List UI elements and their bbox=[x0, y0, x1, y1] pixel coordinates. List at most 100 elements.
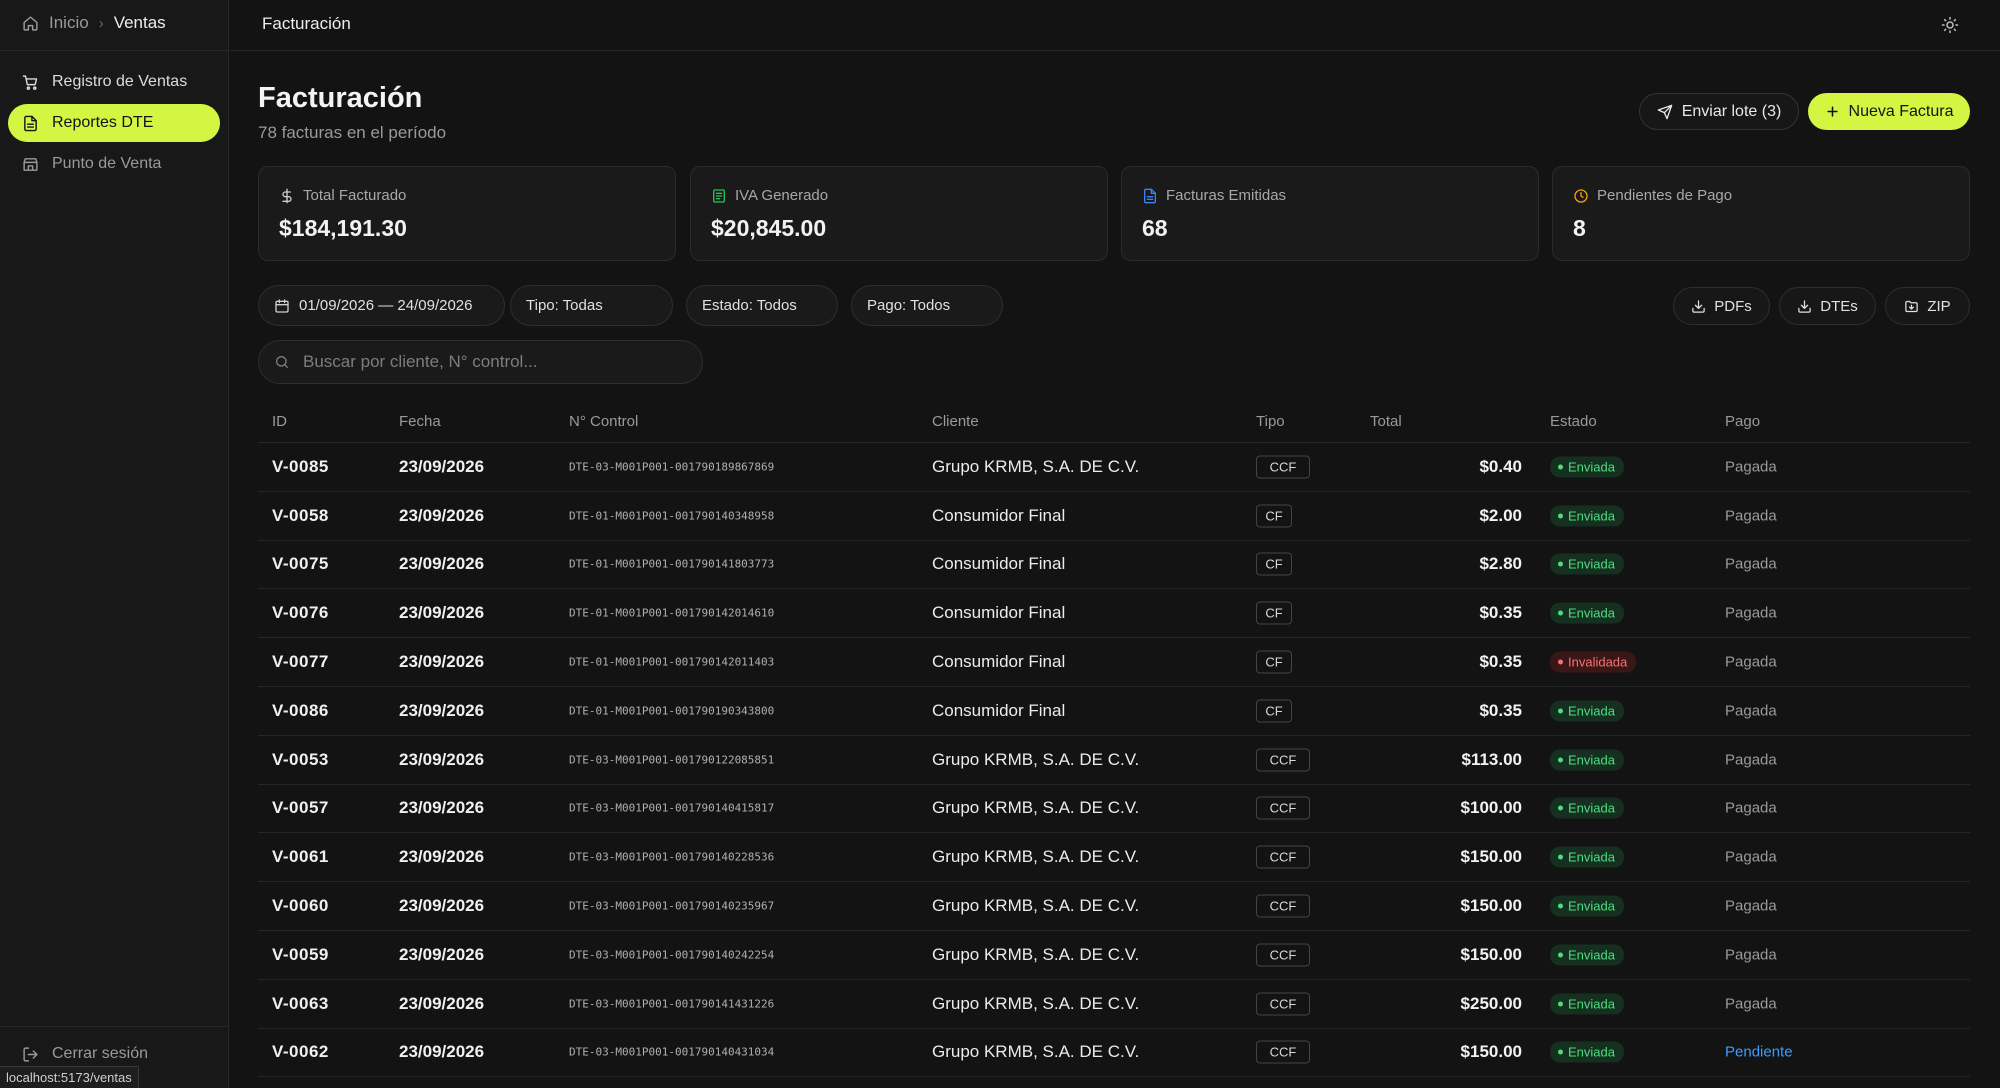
status-dot-icon bbox=[1558, 757, 1563, 763]
column-header-total[interactable]: Total bbox=[1370, 413, 1402, 430]
status-dot-icon bbox=[1558, 561, 1563, 567]
new-invoice-label: Nueva Factura bbox=[1848, 102, 1954, 120]
cell-id: V-0053 bbox=[272, 749, 329, 769]
status-dot-icon bbox=[1558, 513, 1563, 519]
invoices-table: ID Fecha N° Control Cliente Tipo Total E… bbox=[258, 403, 1970, 1078]
type-badge: CCF bbox=[1256, 1040, 1310, 1064]
table-row[interactable]: V-0060 23/09/2026 DTE-03-M001P001-00179014… bbox=[258, 882, 1970, 931]
logout-label: Cerrar sesión bbox=[52, 1045, 149, 1062]
column-header-estado[interactable]: Estado bbox=[1550, 413, 1597, 430]
cell-cliente: Grupo KRMB, S.A. DE C.V. bbox=[932, 896, 1140, 916]
cell-pago: Pagada bbox=[1725, 604, 1777, 622]
new-invoice-button[interactable]: Nueva Factura bbox=[1808, 93, 1970, 130]
table-row[interactable]: V-0063 23/09/2026 DTE-03-M001P001-00179014… bbox=[258, 980, 1970, 1029]
column-header-control[interactable]: N° Control bbox=[569, 413, 638, 430]
sidebar: Inicio › Ventas Registro de Ventas Repor… bbox=[0, 0, 229, 1088]
cell-pago: Pagada bbox=[1725, 507, 1777, 525]
sidebar-divider bbox=[0, 50, 229, 51]
download-dtes-label: DTEs bbox=[1820, 297, 1858, 315]
page-title: Facturación bbox=[258, 82, 423, 114]
table-row[interactable]: V-0077 23/09/2026 DTE-01-M001P001-00179014… bbox=[258, 638, 1970, 687]
status-dot-icon bbox=[1558, 805, 1563, 811]
sidebar-item-reportes-dte[interactable]: Reportes DTE bbox=[8, 104, 220, 142]
pago-filter-select[interactable]: Pago: Todos bbox=[851, 285, 1003, 326]
status-label: Enviada bbox=[1568, 947, 1615, 963]
send-batch-button[interactable]: Enviar lote (3) bbox=[1639, 93, 1799, 130]
table-row[interactable]: V-0059 23/09/2026 DTE-03-M001P001-00179014… bbox=[258, 931, 1970, 980]
table-row[interactable]: V-0075 23/09/2026 DTE-01-M001P001-00179014… bbox=[258, 541, 1970, 590]
breadcrumb-home[interactable]: Inicio bbox=[22, 13, 89, 33]
cell-cliente: Grupo KRMB, S.A. DE C.V. bbox=[932, 1042, 1140, 1062]
table-row[interactable]: V-0053 23/09/2026 DTE-03-M001P001-00179012… bbox=[258, 736, 1970, 785]
cell-pago: Pagada bbox=[1725, 799, 1777, 817]
type-badge: CF bbox=[1256, 699, 1292, 723]
send-icon bbox=[1657, 104, 1673, 119]
sidebar-item-punto-venta[interactable]: Punto de Venta bbox=[8, 145, 220, 183]
cell-total: $2.00 bbox=[1479, 505, 1522, 525]
table-row[interactable]: V-0086 23/09/2026 DTE-01-M001P001-00179019… bbox=[258, 687, 1970, 736]
status-dot-icon bbox=[1558, 708, 1563, 714]
cell-pago: Pagada bbox=[1725, 946, 1777, 964]
column-header-fecha[interactable]: Fecha bbox=[399, 413, 441, 430]
receipt-icon bbox=[713, 188, 725, 203]
cell-control: DTE-03-M001P001-001790189867869 bbox=[569, 460, 775, 474]
cell-total: $150.00 bbox=[1460, 896, 1522, 916]
cell-id: V-0075 bbox=[272, 554, 329, 574]
type-badge: CCF bbox=[1256, 455, 1310, 479]
stat-card-iva-generado: IVA Generado $20,845.00 bbox=[690, 166, 1108, 261]
cell-id: V-0057 bbox=[272, 798, 329, 818]
cell-fecha: 23/09/2026 bbox=[399, 456, 485, 476]
theme-toggle-button[interactable] bbox=[1938, 13, 1962, 37]
table-header: ID Fecha N° Control Cliente Tipo Total E… bbox=[258, 403, 1970, 443]
cell-total: $113.00 bbox=[1461, 749, 1522, 769]
stat-value: 8 bbox=[1573, 215, 1586, 241]
type-badge: CCF bbox=[1256, 796, 1310, 820]
status-label: Enviada bbox=[1568, 849, 1615, 865]
column-header-tipo[interactable]: Tipo bbox=[1256, 413, 1285, 430]
cell-id: V-0061 bbox=[272, 847, 329, 867]
column-header-cliente[interactable]: Cliente bbox=[932, 413, 979, 430]
download-zip-label: ZIP bbox=[1927, 297, 1951, 315]
type-badge: CCF bbox=[1256, 894, 1310, 918]
cell-id: V-0063 bbox=[272, 993, 329, 1013]
column-header-pago[interactable]: Pago bbox=[1725, 413, 1760, 430]
table-row[interactable]: V-0061 23/09/2026 DTE-03-M001P001-00179014… bbox=[258, 833, 1970, 883]
search-input[interactable] bbox=[303, 352, 683, 372]
table-row[interactable]: V-0085 23/09/2026 DTE-03-M001P001-00179018… bbox=[258, 443, 1970, 492]
stat-card-total-facturado: Total Facturado $184,191.30 bbox=[258, 166, 676, 261]
document-icon bbox=[1144, 188, 1156, 203]
tipo-filter-select[interactable]: Tipo: Todas bbox=[510, 285, 673, 326]
breadcrumb-home-label: Inicio bbox=[49, 13, 89, 32]
cell-cliente: Grupo KRMB, S.A. DE C.V. bbox=[932, 847, 1140, 867]
search-box bbox=[258, 340, 703, 384]
cell-pago: Pagada bbox=[1725, 555, 1777, 573]
plus-icon bbox=[1826, 106, 1838, 117]
download-icon bbox=[1798, 299, 1811, 313]
download-dtes-button[interactable]: DTEs bbox=[1779, 287, 1876, 325]
cell-pago: Pagada bbox=[1725, 702, 1777, 720]
cell-fecha: 23/09/2026 bbox=[399, 700, 485, 720]
dollar-icon bbox=[282, 188, 292, 203]
cell-pago: Pagada bbox=[1725, 458, 1777, 476]
column-header-id[interactable]: ID bbox=[272, 413, 287, 430]
table-row[interactable]: V-0076 23/09/2026 DTE-01-M001P001-00179014… bbox=[258, 589, 1970, 639]
cell-control: DTE-03-M001P001-001790141431226 bbox=[569, 997, 775, 1011]
logout-button[interactable]: Cerrar sesión bbox=[22, 1045, 148, 1063]
store-icon bbox=[23, 157, 38, 171]
cell-id: V-0062 bbox=[272, 1042, 329, 1062]
download-pdfs-button[interactable]: PDFs bbox=[1673, 287, 1770, 325]
status-dot-icon bbox=[1558, 903, 1563, 909]
cell-fecha: 23/09/2026 bbox=[399, 603, 485, 623]
cell-cliente: Grupo KRMB, S.A. DE C.V. bbox=[932, 798, 1140, 818]
cell-control: DTE-03-M001P001-001790140431034 bbox=[569, 1045, 775, 1059]
sidebar-item-registro-ventas[interactable]: Registro de Ventas bbox=[8, 63, 220, 101]
date-range-filter[interactable]: 01/09/2026 — 24/09/2026 bbox=[258, 285, 505, 326]
table-row[interactable]: V-0058 23/09/2026 DTE-01-M001P001-00179014… bbox=[258, 492, 1970, 541]
estado-filter-select[interactable]: Estado: Todos bbox=[686, 285, 838, 326]
status-badge: Enviada bbox=[1550, 895, 1624, 917]
table-row[interactable]: V-0062 23/09/2026 DTE-03-M001P001-00179014… bbox=[258, 1029, 1970, 1078]
download-zip-button[interactable]: ZIP bbox=[1885, 287, 1970, 325]
table-row[interactable]: V-0057 23/09/2026 DTE-03-M001P001-00179014… bbox=[258, 785, 1970, 834]
type-badge: CCF bbox=[1256, 748, 1310, 772]
cell-fecha: 23/09/2026 bbox=[399, 993, 485, 1013]
